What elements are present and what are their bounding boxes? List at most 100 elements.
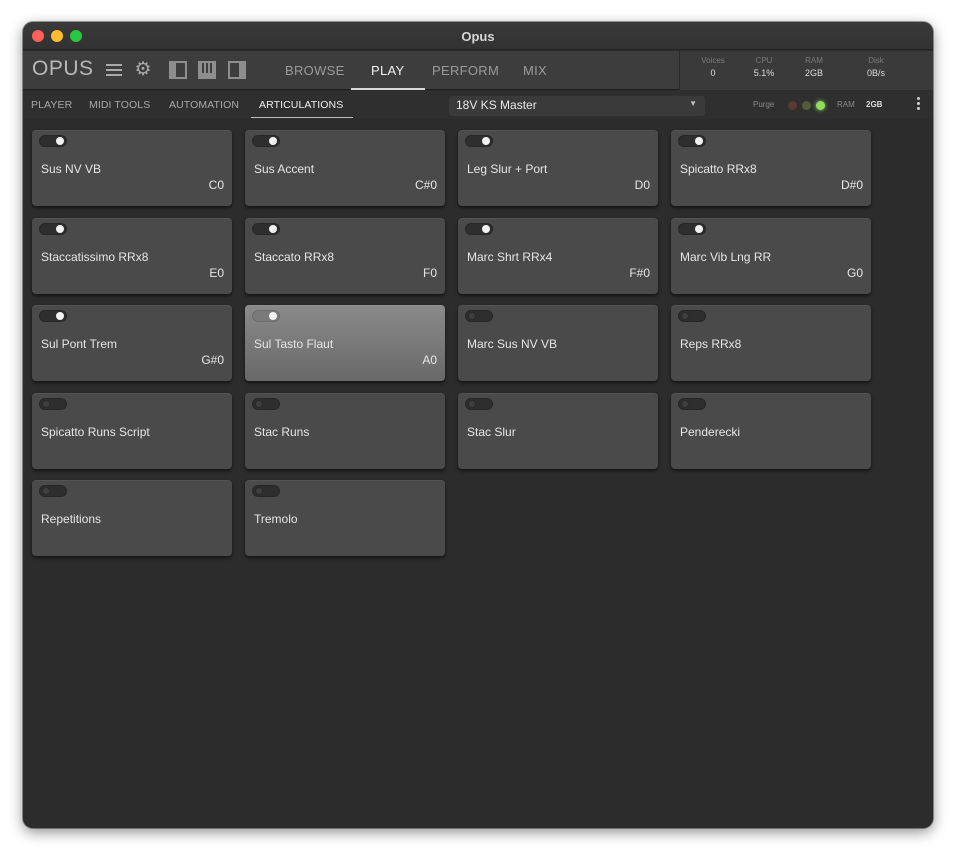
articulation-toggle[interactable] (39, 398, 67, 410)
articulation-name: Spicatto RRx8 (680, 162, 757, 176)
articulation-name: Stac Runs (254, 425, 310, 439)
articulation-tile[interactable]: Spicatto Runs Script (32, 393, 232, 469)
hamburger-menu-icon[interactable] (105, 61, 123, 79)
articulation-tile[interactable]: Sul Tasto Flaut A0 (245, 305, 445, 381)
articulation-toggle[interactable] (252, 223, 280, 235)
articulation-tile[interactable]: Spicatto RRx8 D#0 (671, 130, 871, 206)
purge-indicator-red[interactable] (788, 101, 797, 110)
articulation-tile[interactable]: Reps RRx8 (671, 305, 871, 381)
articulation-tile[interactable]: Staccatissimo RRx8 E0 (32, 218, 232, 294)
stat-label: Disk (868, 56, 884, 65)
articulation-toggle[interactable] (39, 310, 67, 322)
articulation-toggle[interactable] (465, 310, 493, 322)
keyswitch-note: G#0 (201, 353, 224, 367)
articulation-name: Marc Sus NV VB (467, 337, 558, 351)
articulation-name: Staccatissimo RRx8 (41, 250, 149, 264)
articulation-tile[interactable]: Repetitions (32, 480, 232, 556)
toggle-knob (695, 137, 703, 145)
purge-indicator-yellow[interactable] (802, 101, 811, 110)
toggle-knob (695, 225, 703, 233)
stat-cpu: CPU 5.1% (739, 56, 789, 78)
stat-value: 0B/s (866, 68, 885, 78)
toggle-knob (269, 137, 277, 145)
main-toolbar: OPUS ⚙ BROWSE PLAY PERFORM MIX Voices 0 … (23, 51, 933, 90)
articulation-toggle[interactable] (39, 223, 67, 235)
stat-disk: Disk 0B/s (851, 56, 901, 78)
articulation-name: Marc Shrt RRx4 (467, 250, 553, 264)
articulation-name: Tremolo (254, 512, 298, 526)
gear-icon[interactable]: ⚙ (134, 60, 152, 79)
articulation-name: Sul Pont Trem (41, 337, 118, 351)
toggle-knob (681, 312, 689, 320)
piano-keyboard-icon[interactable] (198, 61, 216, 79)
toggle-knob (681, 400, 689, 408)
articulation-tile[interactable]: Marc Vib Lng RR G0 (671, 218, 871, 294)
keyswitch-note: F0 (422, 266, 437, 280)
articulation-toggle[interactable] (465, 135, 493, 147)
stat-label: Voices (701, 56, 725, 65)
articulation-toggle[interactable] (678, 398, 706, 410)
toggle-knob (56, 312, 64, 320)
app-window: Opus OPUS ⚙ BROWSE PLAY PERFORM MIX Voic… (23, 22, 933, 828)
stat-ram: RAM 2GB (789, 56, 839, 78)
articulation-toggle[interactable] (252, 135, 280, 147)
articulation-toggle[interactable] (678, 135, 706, 147)
stat-label: RAM (805, 56, 823, 65)
more-options-icon[interactable] (917, 97, 921, 113)
stat-label: CPU (755, 56, 773, 65)
articulation-toggle[interactable] (678, 310, 706, 322)
keyswitch-note: A0 (422, 353, 437, 367)
keyswitch-note: C#0 (414, 178, 437, 192)
articulation-tile[interactable]: Marc Shrt RRx4 F#0 (458, 218, 658, 294)
articulation-tile[interactable]: Sus Accent C#0 (245, 130, 445, 206)
articulation-toggle[interactable] (252, 398, 280, 410)
stat-value: 0 (710, 68, 716, 78)
toggle-knob (482, 137, 490, 145)
articulation-tile[interactable]: Stac Slur (458, 393, 658, 469)
keyswitch-note: C0 (208, 178, 224, 192)
tab-midi-tools[interactable]: MIDI TOOLS (89, 99, 150, 111)
articulation-toggle[interactable] (678, 223, 706, 235)
purge-label: Purge (753, 100, 775, 109)
articulation-name: Stac Slur (467, 425, 516, 439)
stat-value: 2GB (804, 68, 823, 78)
articulation-tile[interactable]: Staccato RRx8 F0 (245, 218, 445, 294)
tab-play[interactable]: PLAY (350, 63, 427, 90)
articulation-toggle[interactable] (252, 310, 280, 322)
articulation-name: Spicatto Runs Script (41, 425, 150, 439)
opus-logo: OPUS (32, 57, 94, 80)
tab-player[interactable]: PLAYER (31, 99, 72, 111)
articulation-tile[interactable]: Marc Sus NV VB (458, 305, 658, 381)
stat-value: 5.1% (753, 68, 775, 78)
right-panel-toggle-icon[interactable] (228, 61, 246, 79)
articulation-name: Marc Vib Lng RR (680, 250, 772, 264)
toggle-knob (468, 312, 476, 320)
articulation-toggle[interactable] (465, 223, 493, 235)
articulation-tile[interactable]: Leg Slur + Port D0 (458, 130, 658, 206)
tab-automation[interactable]: AUTOMATION (169, 99, 239, 111)
articulation-tile[interactable]: Sul Pont Trem G#0 (32, 305, 232, 381)
articulation-tile[interactable]: Stac Runs (245, 393, 445, 469)
tab-mix[interactable]: MIX (523, 63, 547, 90)
purge-indicator-green[interactable] (816, 101, 825, 110)
articulation-name: Penderecki (680, 425, 741, 439)
articulation-toggle[interactable] (465, 398, 493, 410)
articulation-grid: Sus NV VB C0 Sus Accent C#0 Leg Slur + Port D… (23, 119, 933, 828)
tab-browse[interactable]: BROWSE (285, 63, 345, 90)
articulation-toggle[interactable] (39, 135, 67, 147)
articulation-toggle[interactable] (39, 485, 67, 497)
articulation-toggle[interactable] (252, 485, 280, 497)
tab-perform[interactable]: PERFORM (432, 63, 499, 90)
articulation-tile[interactable]: Sus NV VB C0 (32, 130, 232, 206)
articulation-tile[interactable]: Tremolo (245, 480, 445, 556)
preset-dropdown[interactable]: 18V KS Master ▼ (449, 96, 705, 116)
toggle-knob (255, 400, 263, 408)
stat-voices: Voices 0 (688, 56, 738, 78)
articulation-tile[interactable]: Penderecki (671, 393, 871, 469)
ram-value: 2GB (866, 100, 883, 109)
articulation-name: Staccato RRx8 (254, 250, 335, 264)
ram-label: RAM (837, 100, 855, 109)
tab-articulations[interactable]: ARTICULATIONS (250, 99, 354, 118)
left-panel-toggle-icon[interactable] (169, 61, 187, 79)
toggle-knob (42, 400, 50, 408)
